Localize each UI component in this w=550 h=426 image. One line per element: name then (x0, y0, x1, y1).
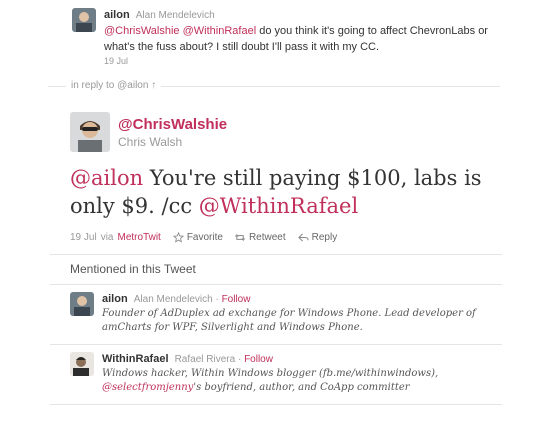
retweet-icon (235, 233, 245, 242)
divider (50, 284, 502, 285)
username[interactable]: ailon (104, 9, 130, 21)
realname: Alan Mendelevich (133, 294, 213, 305)
realname: Alan Mendelevich (135, 10, 215, 21)
divider (50, 254, 502, 255)
star-icon (172, 232, 184, 243)
username[interactable]: ailon (102, 293, 128, 305)
divider (50, 404, 502, 405)
mention-link[interactable]: @ChrisWalshie (104, 25, 180, 37)
username[interactable]: WithinRafael (102, 353, 169, 365)
user-bio: Founder of AdDuplex ad exchange for Wind… (102, 308, 476, 333)
retweet-button[interactable]: Retweet (235, 232, 286, 243)
avatar[interactable] (72, 8, 96, 32)
user-bio: Windows hacker, Within Windows blogger (… (102, 368, 439, 393)
avatar[interactable] (70, 352, 94, 376)
mention-link[interactable]: @selectfromjenny (102, 382, 193, 393)
reply-button[interactable]: Reply (297, 232, 337, 243)
via-app-link[interactable]: MetroTwit (117, 232, 160, 243)
reply-icon (297, 233, 309, 242)
timestamp[interactable]: 19 Jul (104, 55, 514, 67)
main-name: Chris Walsh (118, 135, 183, 149)
timestamp[interactable]: 19 Jul (70, 232, 97, 243)
avatar[interactable] (70, 112, 110, 152)
realname: Rafael Rivera (174, 354, 236, 365)
main-handle[interactable]: @ChrisWalshie (118, 116, 227, 133)
tweet-meta: 19 Jul via MetroTwit Favorite Retweet Re… (70, 232, 337, 243)
tweet-text: @ailon You're still paying $100, labs is… (70, 166, 482, 218)
mention-link[interactable]: @WithinRafael (199, 194, 358, 218)
follow-button[interactable]: Follow (244, 354, 273, 365)
mention-link[interactable]: @ailon (70, 166, 143, 190)
in-reply-to-link[interactable]: in reply to @ailon ↑ (66, 80, 162, 91)
favorite-button[interactable]: Favorite (172, 232, 223, 243)
mention-link[interactable]: @WithinRafael (183, 25, 257, 37)
avatar[interactable] (70, 292, 94, 316)
via-label: via (100, 232, 114, 243)
divider (50, 344, 502, 345)
follow-button[interactable]: Follow (222, 294, 251, 305)
mentioned-heading: Mentioned in this Tweet (70, 262, 196, 276)
tweet-text: @ChrisWalshie @WithinRafael do you think… (104, 25, 488, 53)
